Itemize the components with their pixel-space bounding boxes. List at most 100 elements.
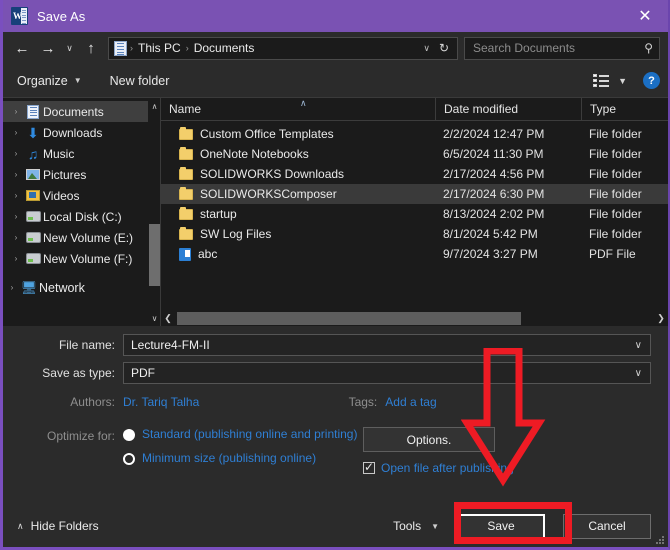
sidebar-item-pictures[interactable]: › Pictures [3, 164, 161, 185]
close-icon[interactable]: ✕ [622, 0, 668, 32]
file-date-cell: 9/7/2024 3:27 PM [443, 247, 538, 261]
chevron-right-icon[interactable]: › [5, 283, 19, 292]
scroll-left-icon[interactable]: ❮ [161, 311, 175, 326]
sidebar-item-downloads[interactable]: › ⬇ Downloads [3, 122, 161, 143]
chevron-right-icon[interactable]: › [9, 149, 23, 158]
radio-minimum-size-label[interactable]: Minimum size (publishing online) [142, 451, 316, 466]
hide-folders-label: Hide Folders [30, 519, 99, 533]
word-app-icon: W [11, 7, 28, 25]
optimize-radio-group: Standard (publishing online and printing… [123, 427, 361, 475]
chevron-right-icon[interactable]: › [9, 254, 23, 263]
search-icon[interactable]: ⚲ [644, 41, 653, 55]
new-folder-button[interactable]: New folder [110, 74, 170, 88]
file-name-input[interactable] [129, 337, 629, 353]
authors-value[interactable]: Dr. Tariq Talha [123, 395, 199, 409]
scrollbar-thumb[interactable] [177, 312, 521, 325]
sort-ascending-icon: ∧ [300, 97, 307, 108]
radio-standard-indicator[interactable] [123, 429, 135, 441]
dialog-footer: ∧ Hide Folders Tools ▼ Save Cancel [3, 505, 668, 547]
forward-button[interactable]: → [35, 35, 61, 61]
chevron-down-icon[interactable]: ∨ [629, 368, 648, 379]
open-after-publishing-row[interactable]: Open file after publishing [363, 460, 651, 475]
add-a-tag-link[interactable]: Add a tag [385, 395, 436, 409]
column-header-date-modified[interactable]: Date modified [435, 97, 581, 121]
sidebar-item-local-disk-c[interactable]: › Local Disk (C:) [3, 206, 161, 227]
chevron-right-icon[interactable]: › [9, 170, 23, 179]
help-icon[interactable]: ? [643, 72, 660, 89]
chevron-down-icon[interactable]: ∨ [418, 43, 435, 54]
breadcrumb-documents[interactable]: Documents [190, 41, 259, 55]
table-row[interactable]: OneNote Notebooks 6/5/2024 11:30 PM File… [161, 144, 668, 164]
sidebar-item-music[interactable]: › ♫ Music [3, 143, 161, 164]
disk-icon [23, 232, 43, 243]
horizontal-scrollbar[interactable]: ❮ ❯ [161, 311, 668, 326]
up-button[interactable]: ↑ [78, 35, 104, 61]
column-label: Name [169, 102, 202, 116]
open-after-publishing-label[interactable]: Open file after publishing [381, 461, 514, 475]
cancel-button[interactable]: Cancel [563, 513, 651, 539]
save-as-type-combobox[interactable]: ∨ [123, 362, 651, 384]
chevron-right-icon[interactable]: › [9, 128, 23, 137]
file-name-label: SOLIDWORKSComposer [200, 187, 337, 201]
tools-button[interactable]: Tools ▼ [393, 519, 439, 533]
chevron-down-icon[interactable]: ▼ [618, 76, 627, 86]
save-as-type-row: Save as type: ∨ [3, 361, 668, 385]
chevron-down-icon[interactable]: ∨ [629, 340, 648, 351]
chevron-right-icon[interactable]: › [9, 191, 23, 200]
view-layout-icon[interactable] [593, 73, 611, 88]
search-box[interactable]: ⚲ [464, 36, 660, 60]
radio-minimum-size[interactable]: Minimum size (publishing online) [123, 451, 361, 466]
refresh-icon[interactable]: ↻ [435, 41, 453, 55]
open-after-publishing-checkbox[interactable] [363, 460, 375, 474]
table-row[interactable]: abc 9/7/2024 3:27 PM PDF File [161, 244, 668, 264]
back-button[interactable]: ← [9, 35, 35, 61]
breadcrumb-this-pc[interactable]: This PC [134, 41, 185, 55]
resize-grip-icon[interactable] [655, 535, 664, 544]
sidebar-item-videos[interactable]: › Videos [3, 185, 161, 206]
new-folder-label: New folder [109, 73, 170, 88]
optimize-right-column: Options. Open file after publishing [361, 427, 668, 475]
scroll-right-icon[interactable]: ❯ [654, 311, 668, 326]
chevron-up-icon: ∧ [17, 520, 24, 531]
sidebar-item-documents[interactable]: › Documents [3, 101, 161, 122]
column-header-name[interactable]: Name ∧ [161, 98, 435, 121]
scrollbar-track[interactable] [175, 311, 654, 326]
file-type-cell: File folder [589, 207, 642, 221]
documents-folder-icon [114, 40, 127, 56]
options-button[interactable]: Options. [363, 427, 495, 452]
radio-minimum-size-indicator[interactable] [123, 453, 135, 465]
sidebar-item-new-volume-e[interactable]: › New Volume (E:) [3, 227, 161, 248]
organize-button[interactable]: Organize ▼ [17, 74, 82, 88]
save-button[interactable]: Save [457, 513, 545, 539]
file-name-combobox[interactable]: ∨ [123, 334, 651, 356]
chevron-right-icon[interactable]: › [9, 212, 23, 221]
disk-icon [23, 211, 43, 222]
navigation-pane: › Documents › ⬇ Downloads › ♫ Music › Pi… [3, 98, 161, 326]
scrollbar-thumb[interactable] [149, 224, 160, 286]
recent-locations-icon[interactable]: ∨ [61, 35, 78, 61]
file-list-pane: Name ∧ Date modified Type Custom Office … [161, 97, 668, 326]
radio-standard[interactable]: Standard (publishing online and printing… [123, 427, 361, 442]
table-row[interactable]: SOLIDWORKS Downloads 2/17/2024 4:56 PM F… [161, 164, 668, 184]
chevron-right-icon[interactable]: › [9, 107, 23, 116]
chevron-right-icon[interactable]: › [9, 233, 23, 242]
hide-folders-button[interactable]: ∧ Hide Folders [17, 519, 99, 533]
disk-icon [23, 253, 43, 264]
file-date-cell: 2/2/2024 12:47 PM [443, 127, 545, 141]
save-as-type-input[interactable] [129, 365, 629, 381]
column-header-type[interactable]: Type [581, 97, 668, 121]
address-bar[interactable]: › This PC › Documents ∨ ↻ [108, 36, 458, 60]
sidebar-item-network[interactable]: › 🖥 Network [3, 277, 161, 298]
radio-standard-label[interactable]: Standard (publishing online and printing… [142, 427, 357, 442]
command-bar: Organize ▼ New folder ▼ ? [3, 64, 668, 97]
file-name-cell: SW Log Files [161, 226, 435, 241]
table-row[interactable]: startup 8/13/2024 2:02 PM File folder [161, 204, 668, 224]
search-input[interactable] [471, 40, 643, 56]
file-name-label: File name: [58, 338, 115, 352]
column-label: Type [590, 102, 617, 116]
table-row-selected[interactable]: SOLIDWORKSComposer 2/17/2024 6:30 PM Fil… [161, 184, 668, 204]
sidebar-item-new-volume-f[interactable]: › New Volume (F:) [3, 248, 161, 269]
table-row[interactable]: SW Log Files 8/1/2024 5:42 PM File folde… [161, 224, 668, 244]
download-icon: ⬇ [27, 124, 39, 141]
table-row[interactable]: Custom Office Templates 2/2/2024 12:47 P… [161, 124, 668, 144]
